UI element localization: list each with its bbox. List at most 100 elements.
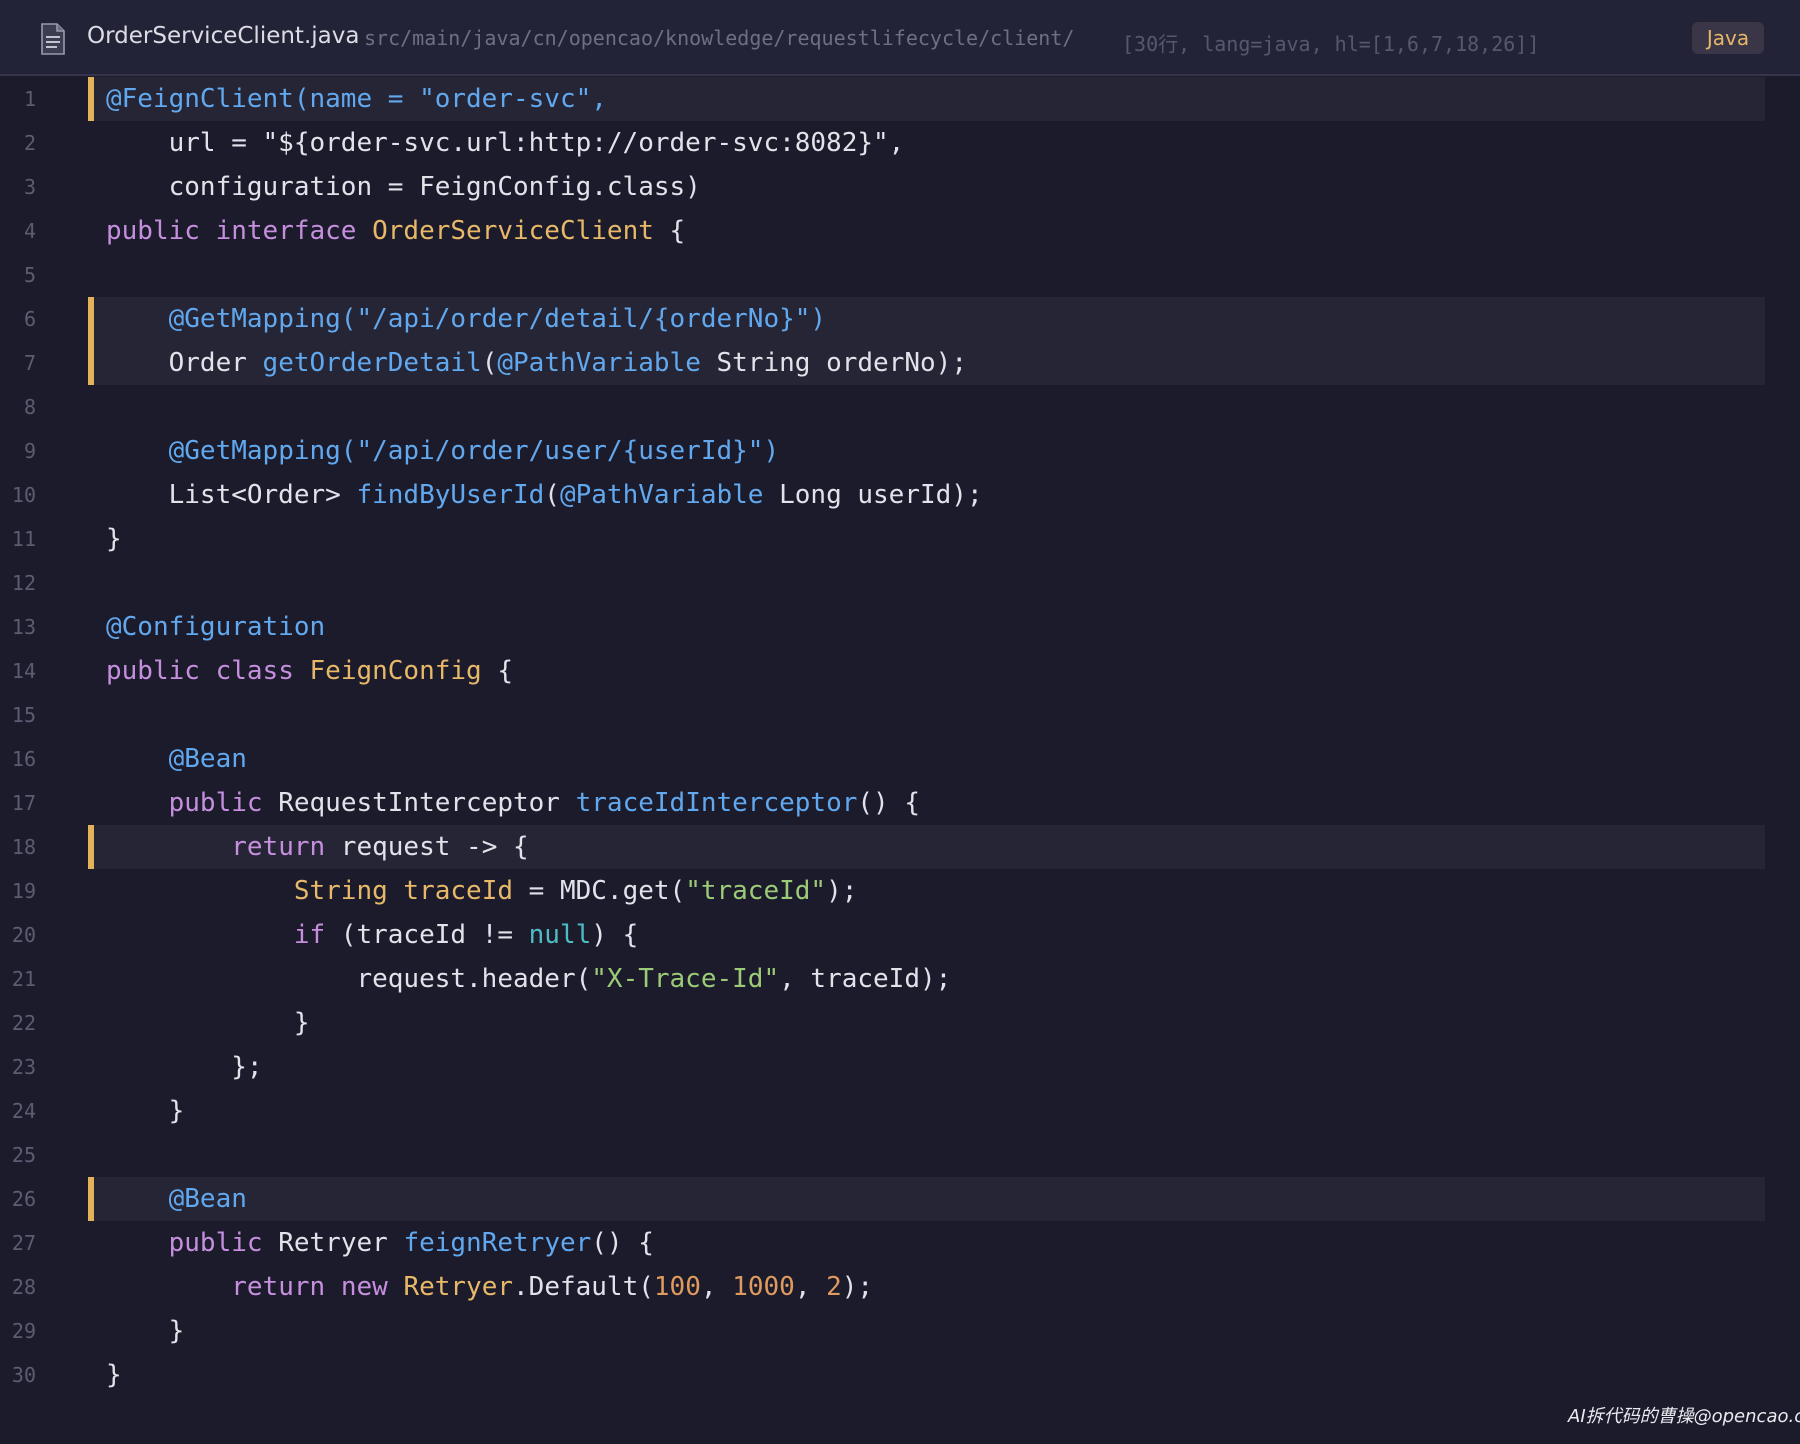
code-token: ); <box>841 1272 874 1302</box>
line-number: 12 <box>11 571 36 595</box>
code-line: 20 if (traceId != null) { <box>0 913 1800 957</box>
code-token: 100 <box>653 1272 701 1302</box>
code-token: traceId <box>403 876 513 906</box>
code-text: @Bean <box>106 737 247 781</box>
code-token: request -> { <box>325 832 529 862</box>
code-token: @GetMapping("/api/order/detail/{orderNo}… <box>168 304 827 334</box>
code-line: 17 public RequestInterceptor traceIdInte… <box>0 781 1800 825</box>
line-number: 24 <box>11 1099 36 1123</box>
file-header-bar: OrderServiceClient.java src/main/java/cn… <box>0 0 1800 76</box>
code-token: String <box>293 876 388 906</box>
code-token: Long userId); <box>763 480 983 510</box>
code-text: return new Retryer.Default(100, 1000, 2)… <box>106 1265 873 1309</box>
code-token: OrderServiceClient <box>372 216 654 246</box>
code-line: 13 @Configuration <box>0 605 1800 649</box>
code-line: 19 String traceId = MDC.get("traceId"); <box>0 869 1800 913</box>
code-token: request.header( <box>106 964 592 994</box>
code-token: { <box>481 656 514 686</box>
code-token: ) { <box>591 920 639 950</box>
line-number: 11 <box>11 527 36 551</box>
code-text: public interface OrderServiceClient { <box>106 209 685 253</box>
code-token: @GetMapping("/api/order/user/{userId}") <box>168 436 780 466</box>
line-number: 16 <box>11 747 36 771</box>
code-token: traceIdInterceptor <box>575 788 858 818</box>
line-number: 14 <box>11 659 36 683</box>
code-token: { <box>653 216 686 246</box>
code-text: } <box>106 1089 185 1133</box>
line-number: 13 <box>11 615 36 639</box>
code-token: 2 <box>826 1272 842 1302</box>
code-token: , <box>700 1272 733 1302</box>
line-highlight-bar <box>88 77 94 121</box>
line-number: 30 <box>11 1363 36 1387</box>
code-text: return request -> { <box>106 825 529 869</box>
code-token: RequestInterceptor <box>262 788 576 818</box>
code-line: 30} <box>0 1353 1800 1397</box>
code-token: 1000 <box>732 1272 795 1302</box>
code-token: } <box>106 1096 185 1126</box>
code-token: , <box>794 1272 827 1302</box>
line-number: 8 <box>23 395 36 419</box>
code-token: @Configuration <box>106 612 326 642</box>
line-number: 2 <box>23 131 36 155</box>
language-badge: Java <box>1692 22 1764 54</box>
code-token: new <box>340 1272 388 1302</box>
code-line: 16 @Bean <box>0 737 1800 781</box>
code-token: ); <box>826 876 858 906</box>
code-token: public <box>106 216 200 246</box>
line-number: 1 <box>23 87 36 111</box>
code-text: } <box>106 517 122 561</box>
code-token: public <box>106 656 200 686</box>
code-token: } <box>106 1008 310 1038</box>
line-highlight-bar <box>88 341 94 385</box>
line-highlight-bar <box>88 825 94 869</box>
code-token: ( <box>544 480 560 510</box>
code-viewer: 1 @FeignClient(name = "order-svc", 2 url =… <box>0 77 1800 1395</box>
code-line: 22 } <box>0 1001 1800 1045</box>
line-number: 15 <box>11 703 36 727</box>
line-highlight-bar <box>88 297 94 341</box>
code-token: () { <box>591 1228 654 1258</box>
code-text: } <box>106 1309 185 1353</box>
code-token: List<Order> <box>106 480 357 510</box>
line-number: 5 <box>23 263 36 287</box>
code-text: String traceId = MDC.get("traceId"); <box>106 869 858 913</box>
code-token: , traceId); <box>779 964 952 994</box>
code-token: @PathVariable <box>497 348 701 378</box>
code-text: List<Order> findByUserId(@PathVariable L… <box>106 473 983 517</box>
code-text: @GetMapping("/api/order/user/{userId}") <box>106 429 779 473</box>
code-text: request.header("X-Trace-Id", traceId); <box>106 957 951 1001</box>
file-icon <box>41 23 65 55</box>
code-line: 23 }; <box>0 1045 1800 1089</box>
line-number: 26 <box>11 1187 36 1211</box>
code-text: @GetMapping("/api/order/detail/{orderNo}… <box>106 297 826 341</box>
line-number: 20 <box>11 923 36 947</box>
code-text: @FeignClient(name = "order-svc", <box>106 77 607 121</box>
code-token: public <box>168 1228 263 1258</box>
code-text: if (traceId != null) { <box>106 913 638 957</box>
code-text: } <box>106 1001 310 1045</box>
code-line: 27 public Retryer feignRetryer() { <box>0 1221 1800 1265</box>
code-token: @PathVariable <box>559 480 764 510</box>
code-token: } <box>106 1360 122 1390</box>
line-number: 23 <box>11 1055 36 1079</box>
code-token: ( <box>481 348 498 378</box>
line-number: 21 <box>11 967 36 991</box>
code-text: }; <box>106 1045 262 1089</box>
code-token: Retryer <box>262 1228 404 1258</box>
code-token: @FeignClient(name = "order-svc", <box>106 84 607 114</box>
code-line: 4 public interface OrderServiceClient { <box>0 209 1800 253</box>
code-text: public class FeignConfig { <box>106 649 513 693</box>
line-number: 10 <box>11 483 36 507</box>
code-token: getOrderDetail <box>262 348 482 378</box>
line-number: 29 <box>11 1319 36 1343</box>
code-token: class <box>215 656 294 686</box>
